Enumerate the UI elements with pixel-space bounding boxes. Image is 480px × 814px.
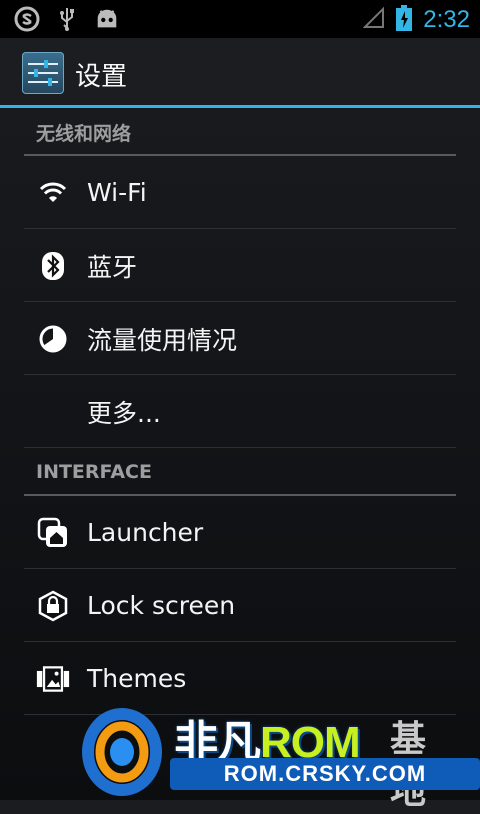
settings-item-more[interactable]: 更多... [0,375,480,448]
lock-screen-icon [36,589,70,623]
watermark: 非凡ROM 基地 ROM.CRSKY.COM [80,700,480,812]
launcher-icon [36,516,70,550]
signal-icon [362,6,385,33]
wifi-icon [36,176,70,210]
settings-item-data-usage[interactable]: 流量使用情况 [0,302,480,375]
status-bar: 2:32 [0,0,480,38]
page-title: 设置 [75,62,128,92]
settings-list: 无线和网络 Wi-Fi 蓝牙 流量使用情况 更多... INTERFACE La… [0,108,480,715]
bluetooth-icon [36,249,70,283]
settings-item-label: 流量使用情况 [87,325,238,355]
settings-sliders-icon[interactable] [22,52,64,94]
swype-icon [14,6,40,32]
settings-item-label: Lock screen [87,591,236,620]
themes-icon [36,662,70,696]
settings-item-label: 更多... [87,398,161,428]
settings-item-label: Wi-Fi [87,178,147,207]
settings-item-label: Launcher [87,518,204,547]
watermark-logo-icon [82,708,162,796]
watermark-brand-b: ROM [260,718,361,767]
settings-item-launcher[interactable]: Launcher [0,496,480,569]
android-debug-icon [94,6,120,32]
settings-item-label: Themes [87,664,187,693]
watermark-brand-c: 基地 [390,719,427,812]
action-bar: 设置 [0,38,480,108]
battery-charging-icon [395,4,413,36]
settings-item-bluetooth[interactable]: 蓝牙 [0,229,480,302]
settings-item-themes[interactable]: Themes [0,642,480,715]
watermark-brand: 非凡ROM [174,706,361,770]
clock: 2:32 [423,6,470,33]
settings-item-wifi[interactable]: Wi-Fi [0,156,480,229]
section-header-wireless: 无线和网络 [0,108,480,156]
data-usage-icon [36,322,70,356]
settings-item-lock-screen[interactable]: Lock screen [0,569,480,642]
section-header-interface: INTERFACE [0,448,480,496]
watermark-url: ROM.CRSKY.COM [170,758,480,790]
usb-icon [54,6,80,32]
settings-item-label: 蓝牙 [87,252,138,282]
watermark-brand-a: 非凡 [174,718,261,767]
